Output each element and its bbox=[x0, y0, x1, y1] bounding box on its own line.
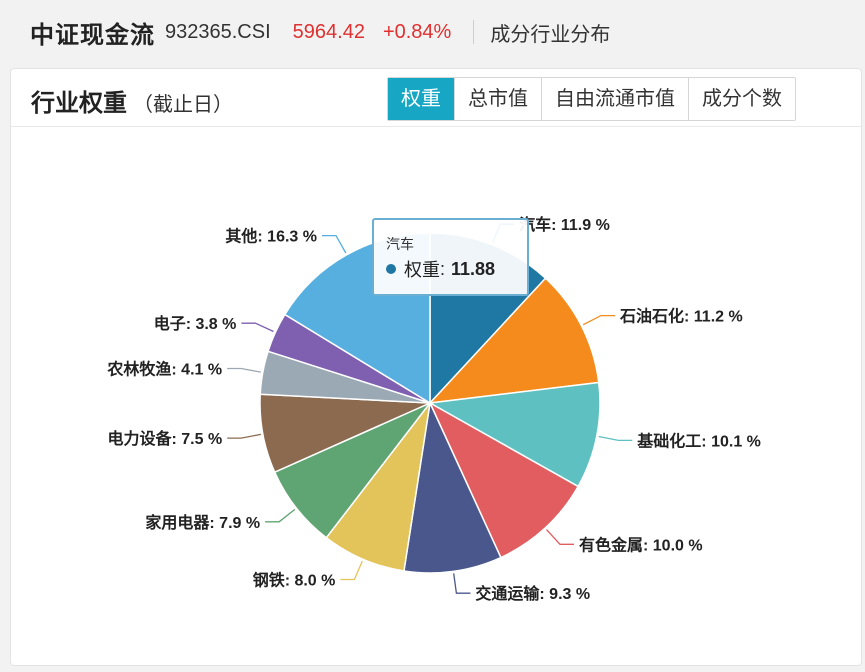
leader-line-8 bbox=[227, 433, 262, 439]
pie-label-11: 其他: 16.3 % bbox=[225, 227, 317, 246]
tooltip-category: 汽车 bbox=[386, 236, 414, 252]
pie-label-2: 石油石化: 11.2 % bbox=[619, 307, 743, 326]
tooltip-value: 11.88 bbox=[451, 258, 496, 279]
leader-line-2 bbox=[582, 314, 615, 326]
leader-line-11 bbox=[322, 234, 347, 254]
tooltip-series-label: 权重 bbox=[404, 260, 440, 280]
industry-pie-chart: 汽车: 11.9 % 石油石化: 11.2 % 基础化工: 10.1 % 有色金属: … bbox=[106, 215, 761, 603]
pie-label-5: 交通运输: 9.3 % bbox=[475, 584, 590, 603]
pie-label-1: 汽车: 11.9 % bbox=[519, 215, 610, 234]
pie-label-10: 电子: 3.8 % bbox=[154, 314, 237, 333]
chart-tooltip: 汽车 权重: 11.88 bbox=[372, 218, 529, 296]
leader-line-4 bbox=[546, 529, 574, 545]
tooltip-row: 权重: 11.88 bbox=[386, 256, 527, 282]
pie-label-8: 电力设备: 7.5 % bbox=[107, 429, 222, 448]
leader-line-9 bbox=[227, 367, 261, 373]
leader-line-6 bbox=[340, 560, 363, 581]
leader-line-10 bbox=[241, 322, 274, 333]
leader-line-7 bbox=[265, 508, 296, 523]
series-dot-icon bbox=[386, 264, 396, 274]
pie-label-6: 钢铁: 8.0 % bbox=[253, 571, 336, 590]
pie-label-7: 家用电器: 7.9 % bbox=[145, 513, 260, 532]
pie-label-3: 基础化工: 10.1 % bbox=[636, 431, 761, 450]
leader-line-3 bbox=[598, 435, 633, 442]
pie-label-9: 农林牧渔: 4.1 % bbox=[106, 360, 222, 379]
pie-label-4: 有色金属: 10.0 % bbox=[579, 535, 703, 554]
leader-line-5 bbox=[453, 573, 471, 594]
